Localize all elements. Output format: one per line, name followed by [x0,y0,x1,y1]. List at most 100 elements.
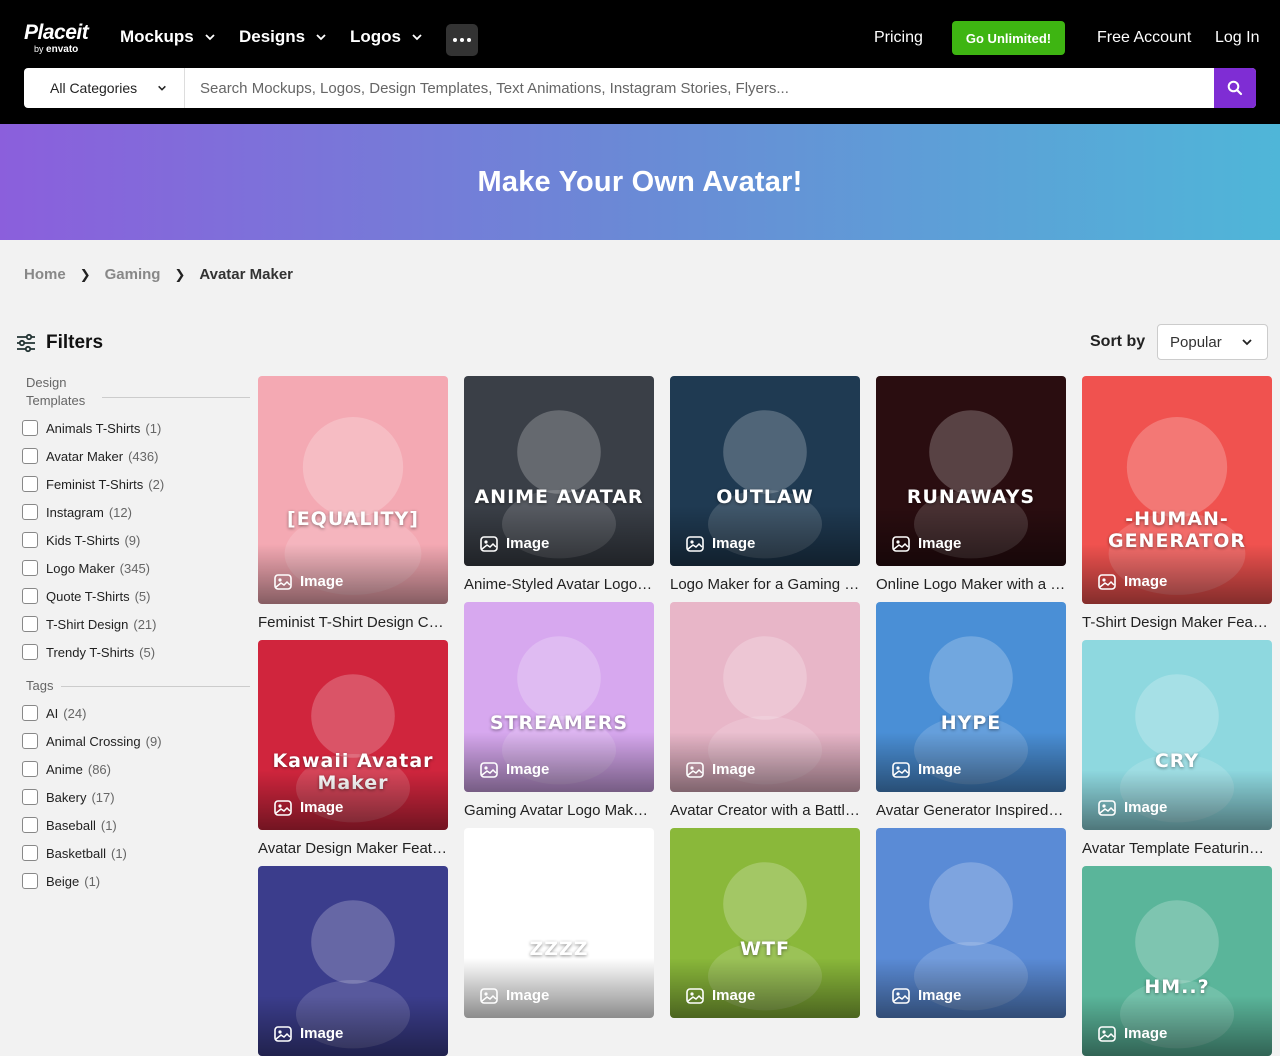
template-card[interactable]: OUTLAW Image [670,376,860,566]
template-card[interactable]: -HUMAN- GENERATOR Image [1082,376,1272,604]
more-menu-button[interactable] [446,24,478,56]
image-badge: Image [1098,1025,1167,1042]
breadcrumb-gaming[interactable]: Gaming [105,266,161,283]
filter-option-count: (5) [139,644,156,660]
filter-option[interactable]: Animal Crossing (9) [22,732,162,750]
checkbox[interactable] [22,448,38,464]
filter-option[interactable]: Trendy T-Shirts (5) [22,643,155,661]
checkbox[interactable] [22,733,38,749]
checkbox[interactable] [22,873,38,889]
thumbnail-text: RUNAWAYS [906,486,1036,509]
template-card[interactable]: STREAMERS Image [464,602,654,792]
template-card[interactable]: Image [876,828,1066,1018]
template-card[interactable]: HYPE Image [876,602,1066,792]
filter-option[interactable]: AI (24) [22,704,86,722]
template-card[interactable]: HM..? Image [1082,866,1272,1056]
filter-option-count: (1) [145,420,162,436]
template-title[interactable]: Logo Maker for a Gaming Squad with an Ou… [670,576,860,593]
search-input[interactable] [200,68,1210,108]
checkbox[interactable] [22,532,38,548]
breadcrumb-home[interactable]: Home [24,266,66,283]
image-badge-label: Image [712,535,756,552]
logo-by-text: by [34,44,44,54]
thumbnail-text: STREAMERS [489,712,629,735]
image-badge-label: Image [712,761,756,778]
filter-option[interactable]: Quote T-Shirts (5) [22,587,150,605]
nav-logos[interactable]: Logos [350,27,423,47]
template-title[interactable]: Online Logo Maker with a Runaways E-Spor… [876,576,1066,593]
template-card[interactable]: [EQUALITY] Image [258,376,448,604]
template-title[interactable]: Gaming Avatar Logo Maker for Streamers [464,802,654,819]
checkbox[interactable] [22,644,38,660]
more-dots-icon [453,38,457,42]
image-badge-label: Image [300,1025,344,1042]
nav-mockups-label: Mockups [120,27,194,46]
template-card[interactable]: ZZZZ Image [464,828,654,1018]
template-title[interactable]: Avatar Creator with a Battle Cat Illustr… [670,802,860,819]
checkbox[interactable] [22,588,38,604]
filter-option[interactable]: Anime (86) [22,760,111,778]
search-icon [1227,80,1243,96]
template-card[interactable]: Kawaii Avatar MakerImage [258,640,448,830]
image-icon [686,987,704,1004]
pricing-link[interactable]: Pricing [874,29,923,47]
go-unlimited-button[interactable]: Go Unlimited! [952,21,1065,55]
template-title[interactable]: Avatar Design Maker Featuring a Kawaii G… [258,840,448,857]
checkbox[interactable] [22,761,38,777]
filter-option-count: (1) [110,845,127,861]
template-title[interactable]: Feminist T-Shirt Design Creator with an … [258,614,448,631]
template-card[interactable]: RUNAWAYS Image [876,376,1066,566]
filter-option[interactable]: Bakery (17) [22,788,115,806]
sort-select[interactable]: Popular [1157,324,1268,360]
filter-option[interactable]: Beige (1) [22,872,100,890]
checkbox[interactable] [22,560,38,576]
sort-label: Sort by [1090,333,1146,350]
filter-option[interactable]: Baseball (1) [22,816,117,834]
template-card[interactable]: CRY Image [1082,640,1272,830]
chevron-down-icon [316,34,326,41]
image-badge-label: Image [1124,1025,1168,1042]
breadcrumb-current: Avatar Maker [199,266,294,283]
template-title[interactable]: Anime-Styled Avatar Logo Maker for a Twi… [464,576,654,593]
filter-option[interactable]: Animals T-Shirts (1) [22,419,161,437]
filter-option[interactable]: Basketball (1) [22,844,127,862]
checkbox[interactable] [22,817,38,833]
filter-option[interactable]: Avatar Maker (436) [22,447,158,465]
checkbox[interactable] [22,789,38,805]
filter-option[interactable]: T-Shirt Design (21) [22,615,157,633]
filter-option[interactable]: Kids T-Shirts (9) [22,531,140,549]
checkbox[interactable] [22,420,38,436]
filter-option-count: (24) [63,705,87,721]
nav-mockups[interactable]: Mockups [120,27,216,47]
placeit-logo[interactable]: Placeit by envato [24,22,89,55]
filter-option-count: (9) [145,733,162,749]
thumbnail-text: CRY [1154,750,1200,773]
checkbox[interactable] [22,616,38,632]
breadcrumb-separator-icon: ❯ [174,266,186,282]
login-link[interactable]: Log In [1215,29,1259,47]
template-card[interactable]: Image [258,866,448,1056]
template-card[interactable]: WTF Image [670,828,860,1018]
checkbox[interactable] [22,504,38,520]
checkbox[interactable] [22,705,38,721]
category-select[interactable]: All Categories [24,68,185,108]
filter-option[interactable]: Logo Maker (345) [22,559,150,577]
checkbox[interactable] [22,845,38,861]
template-title[interactable]: T-Shirt Design Maker Featuring a Human G… [1082,614,1272,631]
template-card[interactable]: Image [670,602,860,792]
free-account-link[interactable]: Free Account [1097,29,1191,47]
thumbnail-text: HYPE [940,712,1002,735]
filter-option[interactable]: Instagram (12) [22,503,132,521]
filter-group-title: Design Templates [26,375,86,408]
search-button[interactable] [1214,68,1256,108]
template-title[interactable]: Avatar Template Featuring a Crying Cat [1082,840,1272,857]
filters-toggle[interactable]: Filters [16,332,103,354]
logo-brand-text: envato [46,44,79,55]
checkbox[interactable] [22,476,38,492]
filter-option[interactable]: Feminist T-Shirts (2) [22,475,164,493]
nav-designs[interactable]: Designs [239,27,327,47]
image-icon [1098,573,1116,590]
template-card[interactable]: ANIME AVATAR Image [464,376,654,566]
image-badge-label: Image [506,761,550,778]
template-title[interactable]: Avatar Generator Inspired by Hype Cat Me… [876,802,1066,819]
